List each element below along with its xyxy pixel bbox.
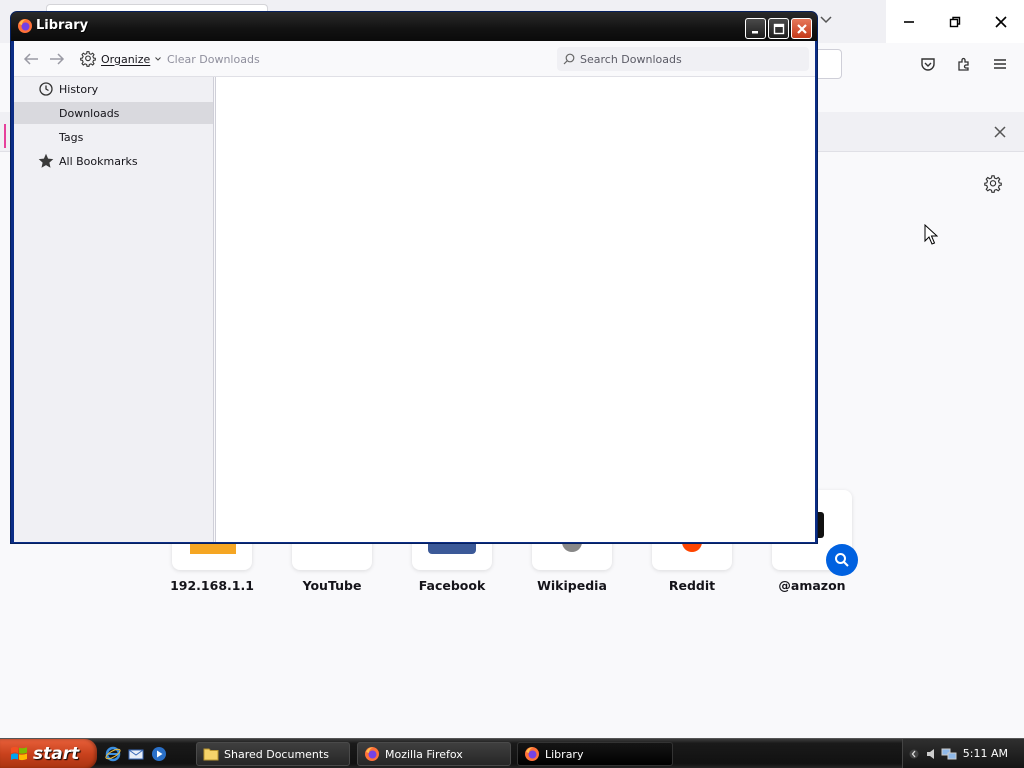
maximize-button[interactable] bbox=[768, 18, 789, 39]
start-label: start bbox=[33, 744, 80, 764]
start-button[interactable]: start bbox=[0, 739, 97, 768]
forward-arrow-icon[interactable] bbox=[48, 51, 66, 67]
outlook-express-icon[interactable] bbox=[127, 745, 145, 763]
task-label: Shared Documents bbox=[224, 747, 329, 761]
windows-logo-icon bbox=[11, 746, 27, 761]
library-toolbar: Organize Clear Downloads Search Download… bbox=[14, 41, 815, 77]
sidebar-item-label: Downloads bbox=[59, 107, 120, 120]
top-site-label: YouTube bbox=[302, 578, 362, 593]
chevron-down-icon bbox=[155, 57, 162, 61]
clock-icon bbox=[38, 81, 54, 97]
search-shortcut-icon[interactable] bbox=[826, 544, 858, 576]
internet-explorer-icon[interactable] bbox=[104, 745, 122, 763]
top-site-label: 192.168.1.1 bbox=[170, 578, 254, 593]
top-site-label: @amazon bbox=[778, 578, 846, 593]
gear-icon bbox=[80, 51, 96, 67]
network-icon[interactable] bbox=[941, 747, 957, 761]
notification-accent bbox=[4, 124, 6, 148]
folder-icon bbox=[203, 748, 219, 761]
library-title: Library bbox=[36, 18, 89, 33]
library-sidebar: History Downloads Tags All Bookmarks bbox=[14, 77, 214, 542]
star-icon bbox=[38, 153, 54, 169]
hamburger-menu-icon[interactable] bbox=[989, 53, 1011, 75]
firefox-window-controls bbox=[886, 0, 1024, 43]
taskbar: start Shared Documents Mozilla Firefox L… bbox=[0, 738, 1024, 768]
system-tray: 5:11 AM bbox=[902, 739, 1024, 768]
back-arrow-icon[interactable] bbox=[22, 51, 40, 67]
firefox-logo-icon bbox=[17, 18, 33, 34]
mouse-cursor-icon bbox=[924, 223, 939, 249]
notification-close-icon[interactable] bbox=[988, 120, 1012, 144]
library-title-bar[interactable]: Library bbox=[11, 12, 817, 41]
top-site-label: Wikipedia bbox=[537, 578, 607, 593]
library-window: Library Organize Clear Downloads Search … bbox=[10, 11, 818, 544]
sidebar-item-label: All Bookmarks bbox=[59, 155, 138, 168]
media-player-icon[interactable] bbox=[150, 745, 168, 763]
maximize-icon bbox=[773, 23, 784, 34]
task-label: Mozilla Firefox bbox=[385, 747, 463, 761]
task-shared-documents[interactable]: Shared Documents bbox=[196, 742, 350, 766]
clock: 5:11 AM bbox=[962, 747, 1008, 760]
organize-menu-button[interactable]: Organize bbox=[80, 50, 162, 68]
task-label: Library bbox=[545, 747, 584, 761]
sidebar-item-tags[interactable]: Tags bbox=[14, 126, 213, 148]
extensions-icon[interactable] bbox=[953, 53, 975, 75]
sidebar-item-downloads[interactable]: Downloads bbox=[14, 102, 213, 124]
sidebar-item-label: History bbox=[59, 83, 99, 96]
minimize-button[interactable] bbox=[745, 18, 766, 39]
search-downloads-input[interactable]: Search Downloads bbox=[557, 47, 809, 71]
close-icon[interactable] bbox=[978, 0, 1024, 43]
clear-downloads-button[interactable]: Clear Downloads bbox=[167, 53, 260, 66]
task-library[interactable]: Library bbox=[517, 742, 673, 766]
sidebar-item-label: Tags bbox=[59, 131, 84, 144]
tray-expand-icon[interactable] bbox=[909, 748, 919, 760]
downloads-list[interactable] bbox=[215, 77, 815, 542]
close-button[interactable] bbox=[791, 18, 812, 39]
top-site-label: Facebook bbox=[418, 578, 486, 593]
sidebar-item-all-bookmarks[interactable]: All Bookmarks bbox=[14, 150, 213, 172]
library-body: Organize Clear Downloads Search Download… bbox=[14, 41, 815, 542]
pocket-icon[interactable] bbox=[917, 53, 939, 75]
close-icon bbox=[796, 23, 807, 34]
minimize-icon bbox=[751, 30, 758, 33]
top-site-label: Reddit bbox=[668, 578, 716, 593]
newtab-settings-gear-icon[interactable] bbox=[982, 173, 1004, 195]
task-mozilla-firefox[interactable]: Mozilla Firefox bbox=[357, 742, 511, 766]
search-placeholder: Search Downloads bbox=[580, 52, 682, 66]
organize-label: Organize bbox=[101, 52, 151, 66]
sidebar-item-history[interactable]: History bbox=[14, 78, 213, 100]
restore-icon[interactable] bbox=[932, 0, 978, 43]
search-icon bbox=[563, 53, 575, 65]
firefox-logo-icon bbox=[525, 747, 539, 761]
volume-icon[interactable] bbox=[925, 747, 939, 761]
firefox-logo-icon bbox=[365, 747, 379, 761]
minimize-icon[interactable] bbox=[886, 0, 932, 43]
